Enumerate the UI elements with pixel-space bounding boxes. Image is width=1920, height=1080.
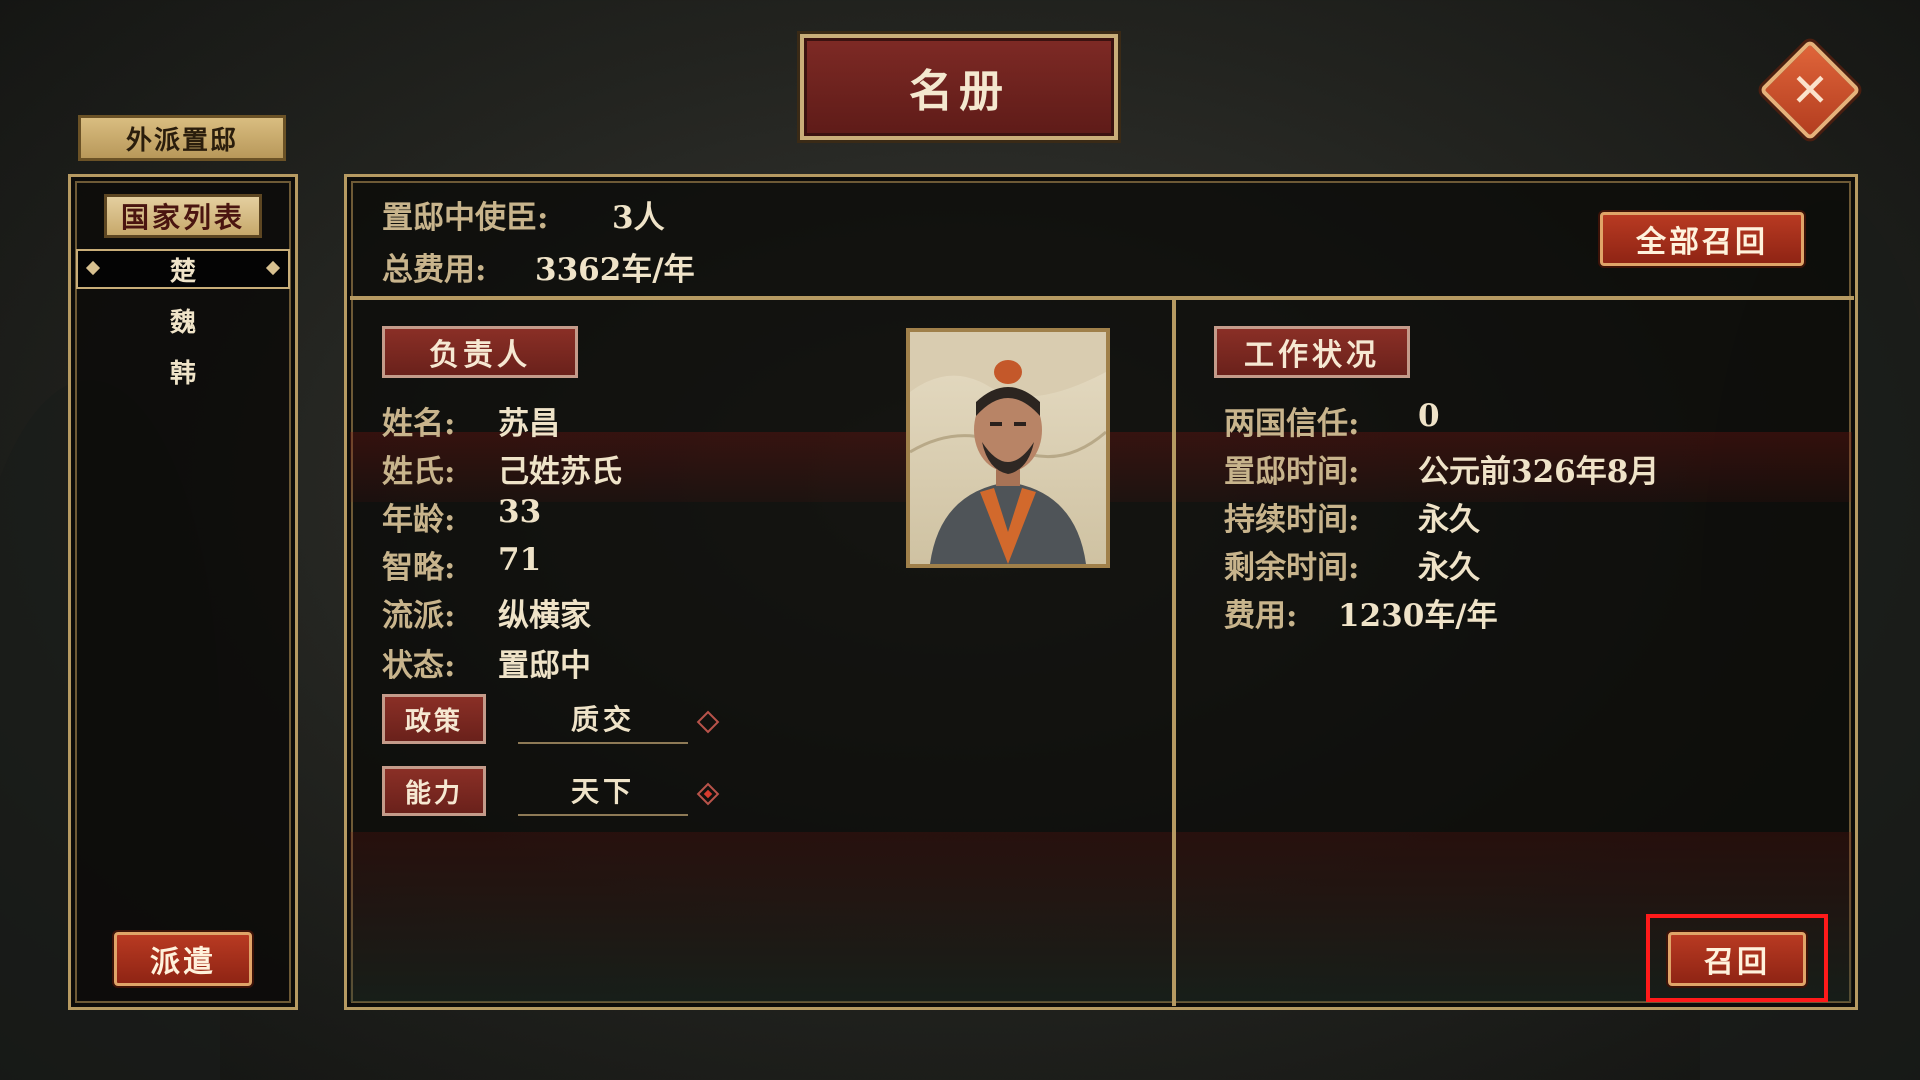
country-label: 楚 — [169, 256, 196, 287]
cost-value: 1230车/年 — [1338, 598, 1498, 634]
divider — [1172, 300, 1176, 1006]
envoys-label: 置邸中使臣: — [382, 200, 549, 236]
clan-value: 己姓苏氏 — [498, 454, 622, 490]
page-title: 名册 — [800, 34, 1118, 140]
established-label: 置邸时间: — [1224, 454, 1360, 490]
status-value: 置邸中 — [498, 648, 591, 684]
portrait-image — [910, 332, 1106, 564]
policy-tag: 政策 — [382, 694, 486, 744]
recall-all-button[interactable]: 全部召回 — [1600, 212, 1804, 266]
intellect-value: 71 — [498, 542, 542, 578]
recall-highlight-box — [1646, 914, 1828, 1002]
outpost-tab-label: 外派置邸 — [78, 115, 286, 161]
country-label: 魏 — [169, 307, 196, 338]
country-item-chu[interactable]: 楚 — [76, 249, 290, 289]
intellect-label: 智略: — [382, 550, 456, 586]
remaining-value: 永久 — [1418, 550, 1480, 586]
trust-value: 0 — [1418, 398, 1440, 434]
trust-label: 两国信任: — [1224, 406, 1360, 442]
country-item-han[interactable]: 韩 — [76, 351, 290, 391]
diamond-icon — [265, 260, 281, 276]
character-portrait — [906, 328, 1110, 568]
decor-band — [350, 832, 1852, 1002]
age-value: 33 — [498, 494, 542, 530]
name-label: 姓名: — [382, 406, 456, 442]
divider — [350, 296, 1854, 300]
country-label: 韩 — [169, 358, 196, 389]
work-section-header: 工作状况 — [1214, 326, 1410, 378]
total-cost-value: 3362车/年 — [535, 252, 695, 288]
country-item-wei[interactable]: 魏 — [76, 300, 290, 340]
diamond-icon — [85, 260, 101, 276]
person-section-header: 负责人 — [382, 326, 578, 378]
ability-field[interactable]: 天下 — [518, 766, 688, 816]
established-value: 公元前326年8月 — [1418, 454, 1660, 490]
remaining-label: 剩余时间: — [1224, 550, 1360, 586]
dispatch-button[interactable]: 派遣 — [114, 932, 252, 986]
age-label: 年龄: — [382, 502, 456, 538]
envoys-value: 3人 — [612, 200, 665, 236]
school-value: 纵横家 — [498, 598, 591, 634]
cost-label: 费用: — [1224, 598, 1298, 634]
duration-label: 持续时间: — [1224, 502, 1360, 538]
duration-value: 永久 — [1418, 502, 1480, 538]
policy-field[interactable]: 质交 — [518, 694, 688, 744]
clan-label: 姓氏: — [382, 454, 456, 490]
school-label: 流派: — [382, 598, 456, 634]
close-icon: ✕ — [1790, 63, 1830, 117]
status-label: 状态: — [382, 648, 456, 684]
country-list-header: 国家列表 — [104, 194, 262, 238]
name-value: 苏昌 — [498, 406, 560, 442]
total-cost-label: 总费用: — [382, 252, 487, 288]
ability-tag: 能力 — [382, 766, 486, 816]
close-button[interactable]: ✕ — [1759, 39, 1861, 141]
